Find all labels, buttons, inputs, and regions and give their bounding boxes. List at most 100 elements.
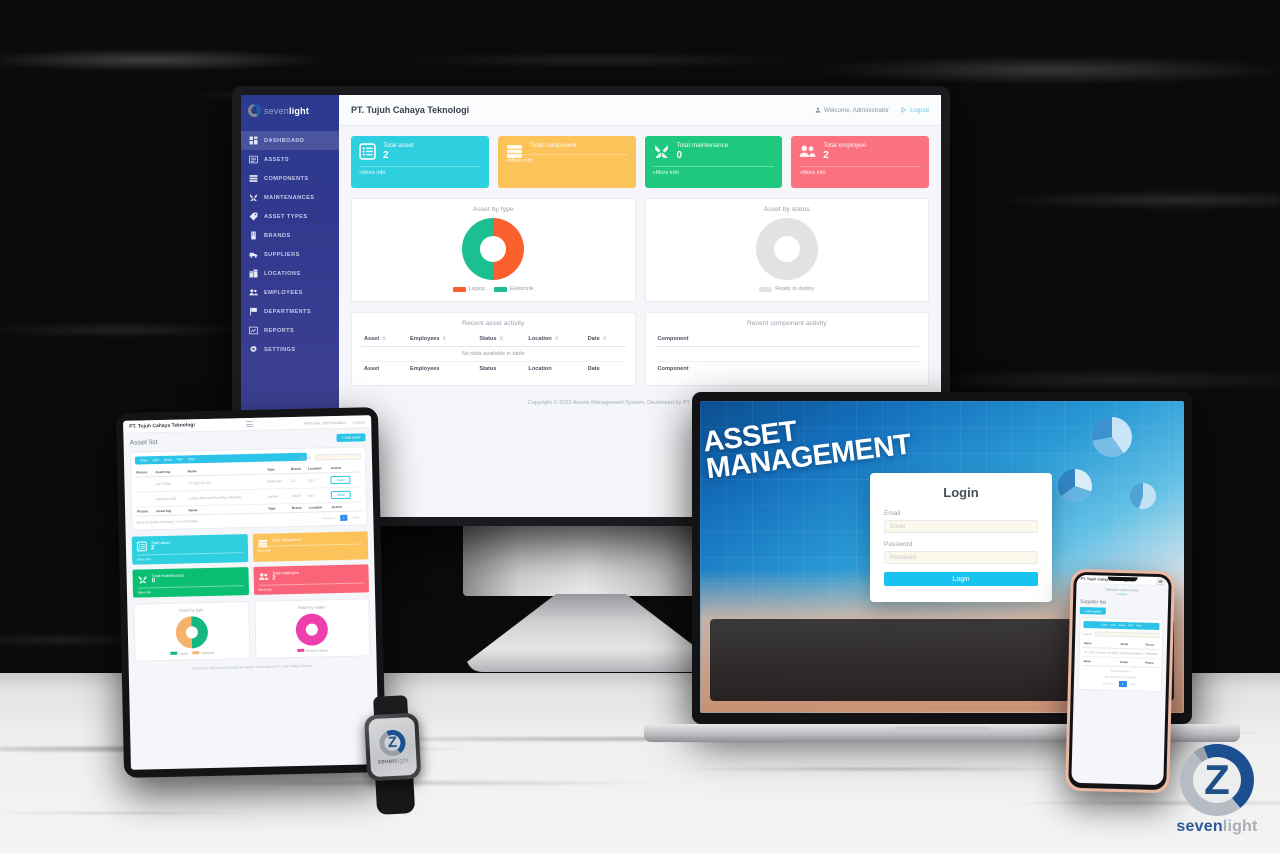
- column-header-asset[interactable]: Asset ⇅: [361, 332, 407, 347]
- stat-card-more-info[interactable]: More info: [652, 166, 775, 180]
- sidebar-item-brands[interactable]: BRANDS: [241, 226, 339, 245]
- login-button[interactable]: Login: [884, 572, 1038, 586]
- legend-item[interactable]: Ready to deploy: [759, 286, 814, 292]
- tablet-stat-total-maintenance[interactable]: Total maintenance 0 More info: [132, 567, 249, 598]
- stat-card-total-maintenance[interactable]: Total maintenance 0 More info: [644, 136, 783, 188]
- column-header-employees[interactable]: Employees ⇅: [406, 332, 477, 347]
- phone-export-toolbar[interactable]: Copy CSV Excel PDF Print: [1083, 621, 1160, 631]
- welcome-user[interactable]: Welcome, Administrator: [815, 107, 889, 114]
- sort-icon: ⇅: [382, 336, 387, 341]
- tablet-welcome[interactable]: Welcome, Administrator: [304, 419, 346, 425]
- entries-count[interactable]: 10: [1118, 670, 1121, 673]
- toolbar-pdf[interactable]: PDF: [1128, 624, 1133, 627]
- entries-selector[interactable]: Show 10 entries Showing 1 to 2 of 2 entr…: [136, 519, 198, 524]
- sidebar-item-settings[interactable]: SETTINGS: [241, 340, 339, 359]
- chart-icon: [249, 326, 258, 335]
- tablet-stat-more[interactable]: More info: [137, 552, 243, 562]
- legend-item[interactable]: Elektronik: [192, 651, 214, 656]
- toolbar-copy[interactable]: Copy: [140, 458, 148, 462]
- toolbar-pdf[interactable]: PDF: [177, 458, 183, 462]
- stat-card-more-info[interactable]: More info: [799, 166, 921, 180]
- pagination-page-1[interactable]: 1: [1118, 680, 1127, 688]
- donut-graphic: [295, 613, 329, 646]
- tablet-stat-total-employee[interactable]: Total employee 2 More info: [252, 564, 370, 595]
- tablet-logout[interactable]: Logout: [353, 419, 365, 424]
- email-field[interactable]: Email: [884, 520, 1038, 533]
- tablet-asset-table: Picture Asset tag Name Type Brand Locati…: [135, 463, 363, 517]
- column-label: Date: [587, 336, 600, 342]
- column-header-date[interactable]: Date ⇅: [584, 332, 626, 347]
- toolbar-print[interactable]: Print: [188, 457, 195, 461]
- sevenlight-logo-icon: [1180, 744, 1254, 816]
- sidebar-item-dashboard[interactable]: DASHBOARD: [241, 131, 339, 150]
- column-header-phone[interactable]: Phone: [1144, 640, 1160, 650]
- tablet-stat-total-component[interactable]: Total component More info: [252, 531, 369, 562]
- column-header-component[interactable]: Component: [654, 332, 919, 347]
- legend-item[interactable]: Elektronik: [494, 286, 534, 292]
- show-label: Show: [1110, 669, 1118, 673]
- column-header-brand[interactable]: Brand: [289, 464, 307, 474]
- tablet-stat-more[interactable]: More info: [258, 582, 364, 592]
- pagination-previous[interactable]: Previous: [320, 515, 339, 521]
- legend-item[interactable]: Ready to deploy: [297, 648, 328, 653]
- tablet-device: PT. Tujuh Cahaya Teknologi Welcome, Admi…: [115, 407, 387, 778]
- legend-item[interactable]: Laptop: [452, 286, 485, 292]
- stat-card-total-component[interactable]: Total component More info: [497, 136, 636, 188]
- sidebar-item-suppliers[interactable]: SUPPLIERS: [241, 245, 339, 264]
- footer-action: Action: [330, 501, 363, 512]
- chart-legend: Laptop Elektronik: [139, 650, 245, 656]
- column-header-location[interactable]: Location ⇅: [525, 332, 585, 347]
- logout-button[interactable]: Logout: [901, 107, 929, 114]
- add-supplier-button[interactable]: + Add supplier: [1079, 606, 1106, 615]
- search-input[interactable]: [1094, 631, 1160, 639]
- sidebar-item-assets[interactable]: ASSETS: [241, 150, 339, 169]
- toolbar-csv[interactable]: CSV: [1110, 624, 1115, 627]
- toolbar-print[interactable]: Print: [1136, 624, 1141, 627]
- donut-graphic: [175, 615, 208, 649]
- stat-card-value: 0: [676, 150, 683, 161]
- pagination-next[interactable]: Next: [350, 514, 363, 520]
- sidebar-item-components[interactable]: COMPONENTS: [241, 169, 339, 188]
- footer-picture: Picture: [136, 506, 156, 517]
- stat-card-total-asset[interactable]: Total asset 2 More info: [351, 136, 489, 188]
- footer-location: Location: [307, 502, 331, 513]
- search-input[interactable]: [314, 453, 362, 461]
- brand-text-seven: seven: [264, 105, 290, 116]
- toolbar-excel[interactable]: Excel: [164, 458, 172, 462]
- monitor-neck: [463, 524, 718, 596]
- pagination-previous[interactable]: Previous: [1100, 680, 1118, 686]
- hamburger-icon[interactable]: [1156, 577, 1165, 585]
- sidebar-item-locations[interactable]: LOCATIONS: [241, 264, 339, 283]
- sidebar-item-maintenances[interactable]: MAINTENANCES: [241, 188, 339, 207]
- detail-button[interactable]: Detail: [330, 475, 351, 485]
- toolbar-copy[interactable]: Copy: [1101, 623, 1107, 626]
- tablet-stat-more[interactable]: More info: [257, 543, 364, 553]
- phone-supplier-table-card: Copy CSV Excel PDF Print Search: Name Em…: [1077, 616, 1164, 693]
- banner-pie-1: [1092, 417, 1132, 457]
- detail-button[interactable]: Detail: [331, 490, 352, 500]
- sidebar-item-employees[interactable]: EMPLOYEES: [241, 283, 339, 302]
- add-asset-button[interactable]: + Add asset: [336, 433, 366, 443]
- password-field[interactable]: Password: [884, 551, 1038, 564]
- legend-item[interactable]: Laptop: [169, 651, 188, 656]
- brand-logo[interactable]: sevenlight: [241, 95, 339, 126]
- stat-card-total-employee[interactable]: Total employee 2 More info: [791, 136, 929, 188]
- sort-icon: ⇅: [499, 336, 504, 341]
- pagination-next[interactable]: Next: [1127, 681, 1139, 687]
- toolbar-csv[interactable]: CSV: [152, 458, 159, 462]
- tablet-stat-more[interactable]: More info: [137, 585, 244, 595]
- stat-card-more-info[interactable]: More info: [505, 154, 628, 168]
- tag-icon: [249, 212, 258, 221]
- sidebar-item-asset-types[interactable]: ASSET TYPES: [241, 207, 339, 226]
- toolbar-excel[interactable]: Excel: [1119, 624, 1125, 627]
- tools-icon: [653, 143, 670, 160]
- column-header-status[interactable]: Status ⇅: [476, 332, 526, 347]
- stat-card-more-info[interactable]: More info: [359, 166, 481, 180]
- tablet-stat-total-asset[interactable]: Total asset 2 More info: [131, 534, 248, 565]
- hamburger-icon[interactable]: [245, 420, 253, 428]
- pagination-page-1[interactable]: 1: [339, 514, 348, 521]
- entries-count[interactable]: 10: [145, 520, 149, 524]
- cell-phone: 08983588: [1144, 649, 1159, 659]
- sidebar-item-reports[interactable]: REPORTS: [241, 321, 339, 340]
- sidebar-item-departments[interactable]: DEPARTMENTS: [241, 302, 339, 321]
